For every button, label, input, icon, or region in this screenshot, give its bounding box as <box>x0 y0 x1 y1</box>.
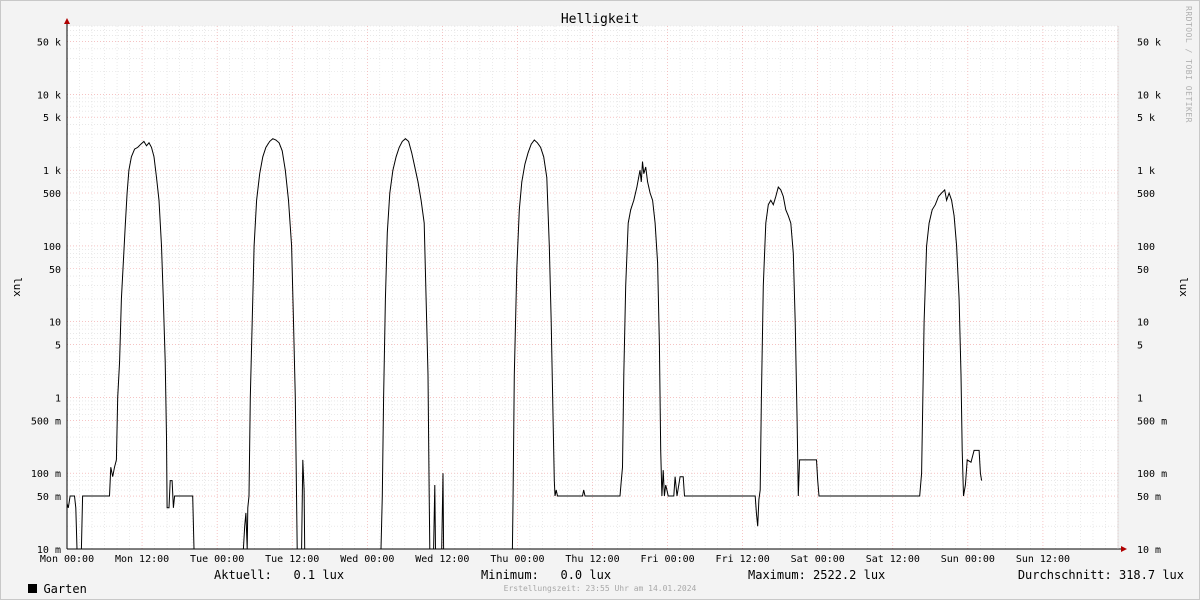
y-tick-label-left: 5 <box>55 341 61 352</box>
y-tick-label-right: 100 <box>1137 242 1155 253</box>
y-tick-label-right: 5 <box>1137 341 1143 352</box>
x-tick-label: Sat 12:00 <box>866 554 920 565</box>
legend-current: Aktuell: 0.1 lux <box>214 568 345 582</box>
y-tick-label-right: 100 m <box>1137 469 1167 480</box>
x-tick-label: Mon 00:00 <box>40 554 94 565</box>
x-tick-label: Tue 12:00 <box>265 554 319 565</box>
legend-maximum: Maximum: 2522.2 lux <box>748 568 886 582</box>
y-tick-label-left: 10 <box>49 318 61 329</box>
y-tick-label-left: 500 <box>43 189 61 200</box>
y-tick-label-left: 5 k <box>43 113 61 124</box>
x-tick-label: Thu 00:00 <box>490 554 544 565</box>
x-tick-label: Tue 00:00 <box>190 554 244 565</box>
x-tick-label: Sun 00:00 <box>941 554 995 565</box>
y-axis-label-right: lux <box>1177 277 1190 297</box>
x-tick-label: Sat 00:00 <box>791 554 845 565</box>
x-tick-label: Wed 12:00 <box>415 554 469 565</box>
y-tick-label-right: 10 <box>1137 318 1149 329</box>
legend-minimum: Minimum: 0.0 lux <box>481 568 612 582</box>
y-tick-label-left: 50 k <box>37 37 61 48</box>
y-tick-label-left: 1 k <box>43 166 61 177</box>
y-axis-arrow <box>64 18 70 24</box>
y-tick-label-left: 1 <box>55 393 61 404</box>
y-tick-label-right: 50 m <box>1137 492 1161 503</box>
footer-timestamp: Erstellungszeit: 23:55 Uhr am 14.01.2024 <box>503 584 697 593</box>
y-tick-label-right: 10 m <box>1137 545 1161 556</box>
chart-title: Helligkeit <box>561 12 639 27</box>
y-tick-label-right: 50 <box>1137 265 1149 276</box>
x-tick-label: Mon 12:00 <box>115 554 169 565</box>
chart: 10 m 10 m50 m 50 m100 m 100 m500 m 500 m1 15 5… <box>11 12 1190 565</box>
y-tick-label-right: 1 k <box>1137 166 1155 177</box>
y-tick-label-right: 500 <box>1137 189 1155 200</box>
y-tick-label-right: 5 k <box>1137 113 1155 124</box>
y-tick-label-left: 100 m <box>31 469 61 480</box>
y-tick-label-left: 10 k <box>37 90 61 101</box>
x-tick-label: Wed 00:00 <box>340 554 394 565</box>
y-tick-label-left: 500 m <box>31 416 61 427</box>
watermark: RRDTOOL / TOBI OETIKER <box>1184 6 1193 123</box>
y-tick-label-left: 50 <box>49 265 61 276</box>
x-axis-arrow <box>1121 546 1127 552</box>
legend-average: Durchschnitt: 318.7 lux <box>1017 568 1184 582</box>
x-tick-label: Fri 00:00 <box>640 554 694 565</box>
y-tick-label-right: 1 <box>1137 393 1143 404</box>
y-tick-label-right: 10 k <box>1137 90 1161 101</box>
y-tick-label-left: 50 m <box>37 492 61 503</box>
y-axis-label-left: lux <box>11 277 24 297</box>
x-tick-label: Thu 12:00 <box>565 554 619 565</box>
y-tick-label-right: 50 k <box>1137 37 1161 48</box>
y-tick-label-left: 100 <box>43 242 61 253</box>
y-tick-label-right: 500 m <box>1137 416 1167 427</box>
x-tick-label: Fri 12:00 <box>716 554 770 565</box>
x-tick-label: Sun 12:00 <box>1016 554 1070 565</box>
